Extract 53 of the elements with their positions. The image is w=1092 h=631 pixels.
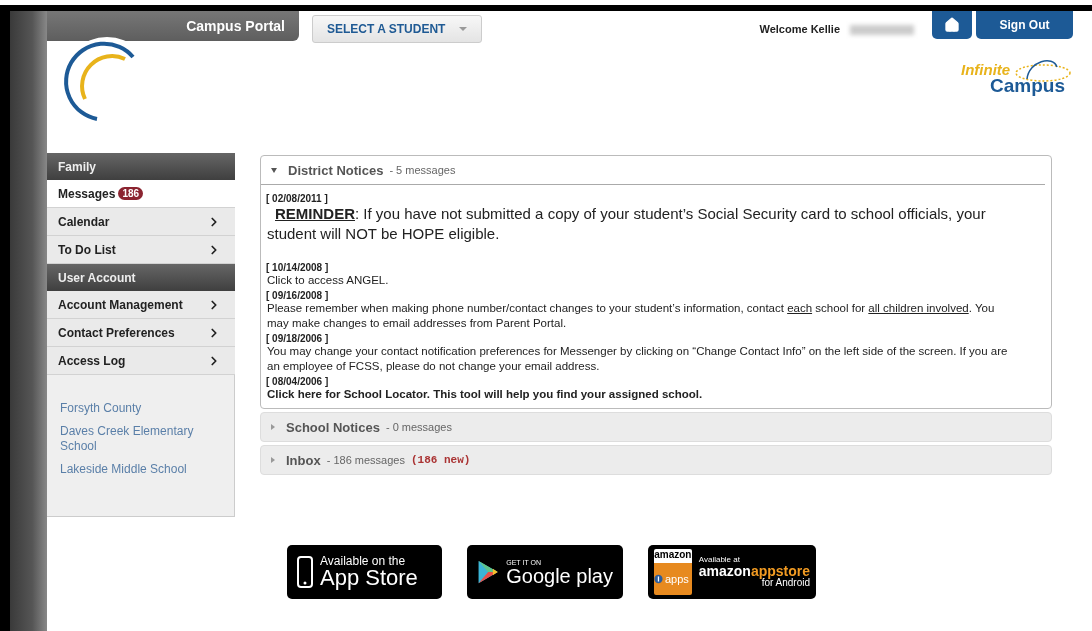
sidebar-item[interactable]: Account Management [47, 291, 235, 319]
notice-date: [ 10/14/2008 ] [266, 262, 330, 273]
panel-header[interactable]: Inbox - 186 messages (186 new) [261, 446, 1051, 474]
expand-triangle-icon [271, 457, 275, 463]
sidebar-item-label: Calendar [58, 214, 110, 229]
sign-out-button[interactable]: Sign Out [976, 11, 1073, 39]
sidebar-group-header: Family [47, 153, 235, 180]
sidebar-item-label: Contact Preferences [58, 325, 175, 340]
notice-text: Click to access ANGEL. [266, 273, 390, 288]
sidebar-item[interactable]: Contact Preferences [47, 319, 235, 347]
school-link[interactable]: Forsyth County [60, 401, 222, 416]
notice-link[interactable]: each [787, 302, 813, 314]
message-count-badge: 186 [118, 187, 144, 200]
sidebar-item-label: To Do List [58, 242, 116, 257]
message-count: - 0 messages [385, 421, 452, 433]
notice-text: Click here for School Locator. This tool will help you find your assigned school. [266, 387, 704, 402]
welcome-text: Welcome Kellie [759, 23, 840, 35]
sidebar-item[interactable]: Calendar [47, 208, 235, 236]
hand-icon [654, 572, 663, 586]
home-button[interactable] [932, 11, 972, 39]
sidebar-item-label: Messages [58, 186, 116, 201]
panel-title: School Notices [286, 419, 380, 435]
school-link[interactable]: Daves Creek Elementary School [60, 424, 222, 454]
notice-date: [ 09/18/2006 ] [266, 333, 330, 344]
panel-header[interactable]: School Notices - 0 messages [261, 413, 1051, 441]
message-count: - 186 messages [326, 454, 405, 466]
notice-text: You may change your contact notification preferences for Messenger by clicking on “Change Contact Info” on the left side of the screen. If you are an employee of FCSS, please do not change your email address. [266, 344, 1009, 374]
sidebar-group-header: User Account [47, 264, 235, 291]
app-store-badge[interactable]: Available on the App Store [287, 545, 442, 599]
panel-header[interactable]: District Notices - 5 messages [261, 156, 1045, 185]
notice-date: [ 02/08/2011 ] [266, 193, 329, 204]
panel-title: Inbox [286, 452, 321, 468]
school-link[interactable]: Lakeside Middle School [60, 462, 222, 477]
notice-text: Please remember when making phone number/contact changes to your student’s information, contact each school for all children involved. You may make changes to email addresses from Parent Portal. [266, 301, 996, 331]
sidebar-item-label: Access Log [58, 353, 126, 368]
sidebar-item[interactable]: To Do List [47, 236, 235, 264]
expand-triangle-icon [271, 424, 275, 430]
notice-date: [ 09/16/2008 ] [266, 290, 330, 301]
notice-date: [ 08/04/2006 ] [266, 376, 330, 387]
new-count: (186 new) [410, 454, 471, 466]
select-student-dropdown[interactable]: SELECT A STUDENT [312, 15, 483, 43]
brand-logo: Infinite Campus [961, 61, 1073, 97]
panel-title: District Notices [288, 162, 384, 178]
amazon-appstore-badge[interactable]: amazon apps Available at amazonappstore for Android [648, 545, 816, 599]
sidebar-item[interactable]: Access Log [47, 347, 235, 375]
sidebar-item-label: Account Management [58, 297, 183, 312]
expand-triangle-icon [271, 167, 277, 173]
home-icon [944, 17, 960, 33]
notice-text: REMINDER: If you have not submitted a copy of your student’s Social Security card to school officials, your student will NOT be HOPE eligible. [266, 204, 987, 244]
blurred-name [850, 25, 914, 35]
phone-icon [297, 556, 313, 588]
notice-link[interactable]: all children involved [868, 302, 969, 314]
message-count: - 5 messages [389, 164, 456, 176]
